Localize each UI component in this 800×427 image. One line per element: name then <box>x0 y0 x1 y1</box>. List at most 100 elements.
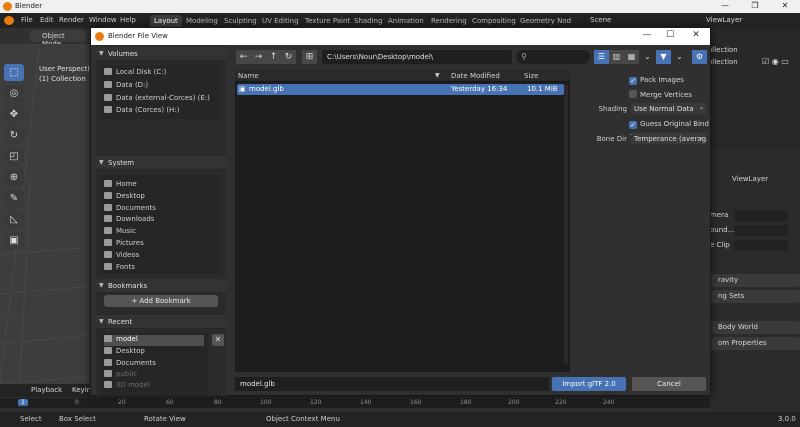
thumbnails-icon[interactable]: ▦ <box>624 50 639 64</box>
panel-rigid-body-world[interactable]: Body World <box>708 321 800 334</box>
menu-render[interactable]: Render <box>59 16 84 24</box>
merge-vertices-checkbox[interactable]: Merge Vertices <box>629 90 692 100</box>
tab-rendering[interactable]: Rendering <box>427 15 471 27</box>
filter-icon[interactable]: ▼ <box>656 50 671 64</box>
filter-dropdown-icon[interactable]: ⌄ <box>672 50 687 64</box>
horizontal-list-icon[interactable]: ▥ <box>609 50 624 64</box>
checkbox-checked-icon: ✓ <box>629 121 637 129</box>
minimize-icon[interactable]: — <box>710 1 740 10</box>
remove-recent-button[interactable]: ✕ <box>212 334 224 346</box>
view-layer-selector[interactable]: ViewLayer <box>706 16 742 24</box>
import-button[interactable]: Import glTF 2.0 <box>552 377 626 391</box>
menu-edit[interactable]: Edit <box>40 16 54 24</box>
refresh-icon[interactable]: ↻ <box>281 50 296 64</box>
annotate-tool-icon[interactable]: ✎ <box>4 190 24 207</box>
list-item[interactable]: model <box>104 335 204 346</box>
section-recent[interactable]: ▼ Recent <box>96 315 226 329</box>
timeline-ruler[interactable]: 1 0 20 60 80 100 120 140 160 180 200 220… <box>0 398 710 408</box>
settings-gear-icon[interactable]: ⚙ <box>692 50 707 64</box>
list-item[interactable]: Desktop <box>104 192 145 203</box>
list-item[interactable]: Fonts <box>104 263 135 274</box>
close-icon[interactable]: ✕ <box>770 1 800 10</box>
menu-help[interactable]: Help <box>120 16 136 24</box>
column-name[interactable]: Name <box>238 72 259 80</box>
restore-icon[interactable]: ❐ <box>740 1 770 10</box>
select-tool-icon[interactable]: ⬚ <box>4 64 24 81</box>
transform-tool-icon[interactable]: ⊕ <box>4 169 24 186</box>
list-item[interactable]: Desktop <box>104 347 145 358</box>
playback-menu[interactable]: Playback <box>31 386 62 394</box>
list-item[interactable]: Home <box>104 180 137 191</box>
list-item[interactable]: Local Disk (C:) <box>104 68 166 79</box>
parent-folder-icon[interactable]: ↑ <box>266 50 281 64</box>
tab-modeling[interactable]: Modeling <box>182 15 222 27</box>
scale-tool-icon[interactable]: ◰ <box>4 148 24 165</box>
tab-sculpting[interactable]: Sculpting <box>220 15 261 27</box>
filter-search-input[interactable]: ⚲ <box>516 50 590 64</box>
path-field[interactable]: C:\Users\Nour\Desktop\model\ <box>322 50 512 64</box>
panel-gravity[interactable]: ravity <box>708 274 800 287</box>
add-cube-tool-icon[interactable]: ▣ <box>4 232 24 249</box>
dialog-close-icon[interactable]: ✕ <box>685 30 707 40</box>
move-tool-icon[interactable]: ✥ <box>4 106 24 123</box>
section-system[interactable]: ▼ System <box>96 156 226 170</box>
display-dropdown-icon[interactable]: ⌄ <box>640 50 655 64</box>
tab-geometry-nodes[interactable]: Geometry Nod <box>516 15 575 27</box>
menu-file[interactable]: File <box>21 16 33 24</box>
pack-images-checkbox[interactable]: ✓ Pack Images <box>629 76 684 86</box>
tab-texture-paint[interactable]: Texture Paint <box>301 15 354 27</box>
column-size[interactable]: Size <box>524 72 538 80</box>
list-item[interactable]: Data (external-Corces) (E:) <box>104 94 210 105</box>
tab-shading[interactable]: Shading <box>350 15 386 27</box>
list-item[interactable]: Downloads <box>104 215 154 226</box>
list-item[interactable]: Documents <box>104 204 156 215</box>
object-mode-dropdown[interactable]: Object Mode <box>30 30 86 48</box>
dialog-minimize-icon[interactable]: — <box>636 30 658 40</box>
property-field[interactable] <box>734 225 788 236</box>
file-row[interactable]: ▣ model.glb Yesterday 16:34 10.1 MiB <box>237 84 564 95</box>
visibility-checkbox-icon[interactable]: ☑ ◉ ▭ <box>762 57 789 66</box>
tab-compositing[interactable]: Compositing <box>468 15 520 27</box>
forward-arrow-icon[interactable]: → <box>251 50 266 64</box>
list-item[interactable]: Videos <box>104 251 139 262</box>
bone-dir-dropdown[interactable]: Temperance (averag... ⌄ <box>631 133 707 144</box>
shading-dropdown[interactable]: Use Normal Data ⌄ <box>631 103 707 114</box>
tab-animation[interactable]: Animation <box>384 15 428 27</box>
scrollbar[interactable] <box>564 84 568 364</box>
file-list[interactable]: Name ▼ Date Modified Size ▣ model.glb Ye… <box>235 70 570 372</box>
sort-arrow-icon[interactable]: ▼ <box>435 72 440 79</box>
cancel-button[interactable]: Cancel <box>632 377 706 391</box>
list-item[interactable]: 3D model <box>104 381 150 392</box>
section-volumes[interactable]: ▼ Volumes <box>96 47 226 61</box>
tab-uv-editing[interactable]: UV Editing <box>258 15 303 27</box>
back-arrow-icon[interactable]: ← <box>236 50 251 64</box>
list-item[interactable]: Data (D:) <box>104 81 148 92</box>
filename-input[interactable]: model.glb <box>235 377 549 391</box>
panel-rigid-body-sets[interactable]: ng Sets <box>708 290 800 303</box>
list-item[interactable]: Pictures <box>104 239 144 250</box>
guess-bind-checkbox[interactable]: ✓Guess Original Bind ... <box>629 120 709 137</box>
blender-menu-icon[interactable] <box>4 16 14 25</box>
scene-selector[interactable]: Scene <box>590 16 611 24</box>
vertical-list-icon[interactable]: ☰ <box>594 50 609 64</box>
list-item[interactable]: public <box>104 370 137 381</box>
measure-tool-icon[interactable]: ◺ <box>4 211 24 228</box>
dialog-maximize-icon[interactable]: ☐ <box>659 30 681 40</box>
property-field[interactable] <box>734 240 788 251</box>
new-folder-icon[interactable]: ⊞ <box>302 50 317 64</box>
section-bookmarks[interactable]: ▼ Bookmarks <box>96 279 226 293</box>
cursor-tool-icon[interactable]: ◎ <box>4 85 24 102</box>
list-item[interactable]: Data (Corces) (H:) <box>104 106 179 117</box>
list-item[interactable]: Documents <box>104 359 156 370</box>
column-date[interactable]: Date Modified <box>451 72 500 80</box>
rotate-tool-icon[interactable]: ↻ <box>4 127 24 144</box>
property-field[interactable] <box>734 210 788 221</box>
keying-menu[interactable]: Keyin <box>72 386 91 394</box>
add-bookmark-button[interactable]: + Add Bookmark <box>104 295 218 307</box>
current-frame-indicator[interactable]: 1 <box>18 399 28 406</box>
panel-custom-properties[interactable]: om Properties <box>708 337 800 350</box>
list-item[interactable]: Music <box>104 227 136 238</box>
tab-layout[interactable]: Layout <box>150 15 182 27</box>
menu-window[interactable]: Window <box>89 16 117 24</box>
item-label: Pictures <box>116 239 144 247</box>
